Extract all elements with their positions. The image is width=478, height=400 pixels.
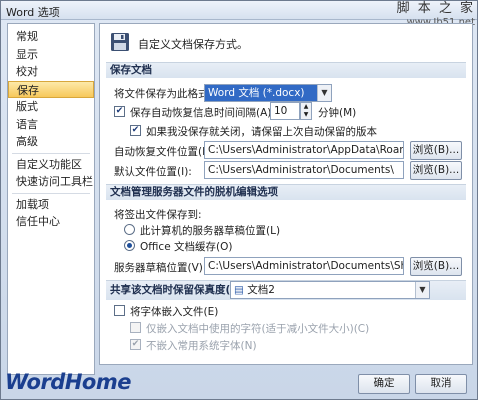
sidebar-item-customize-ribbon[interactable]: 自定义功能区 — [8, 156, 94, 174]
sidebar-item-layout[interactable]: 版式 — [8, 98, 94, 116]
options-sidebar: 常规 显示 校对 保存 版式 语言 高级 自定义功能区 快速访问工具栏 加载项 … — [7, 23, 95, 375]
sidebar-item-proofing[interactable]: 校对 — [8, 63, 94, 81]
autorecover-location-label: 自动恢复文件位置(R): — [114, 146, 218, 158]
window-title: Word 选项 — [6, 6, 60, 19]
keep-last-version-label: 如果我没保存就关闭，请保留上次自动保留的版本 — [146, 126, 377, 138]
sidebar-item-addins[interactable]: 加载项 — [8, 196, 94, 214]
autorecover-label: 保存自动恢复信息时间间隔(A) — [130, 107, 272, 119]
options-content: 自定义文档保存方式。 保存文档 将文件保存为此格式(F): Word 文档 (*… — [99, 23, 473, 365]
fidelity-document-select[interactable]: ▤ 文档2 ▼ — [230, 281, 430, 299]
chevron-down-icon[interactable]: ▼ — [317, 85, 331, 101]
drafts-location-input[interactable]: C:\Users\Administrator\Documents\SharePo… — [204, 257, 404, 275]
sidebar-item-trust-center[interactable]: 信任中心 — [8, 213, 94, 231]
sidebar-item-advanced[interactable]: 高级 — [8, 133, 94, 151]
embed-used-chars-label: 仅嵌入文档中使用的字符(适于减小文件大小)(C) — [146, 323, 370, 335]
checkout-label: 将签出文件保存到: — [114, 209, 202, 221]
browse-drafts-button[interactable]: 浏览(B)... — [410, 257, 462, 276]
keep-last-version-checkbox[interactable]: ✔ — [130, 125, 141, 136]
autorecover-location-input[interactable]: C:\Users\Administrator\AppData\Roaming\M… — [204, 141, 404, 159]
minutes-spinner[interactable]: ▲ ▼ — [300, 102, 312, 120]
fidelity-label: 共享该文档时保留保真度(D): — [110, 284, 249, 296]
page-header: 自定义文档保存方式。 — [110, 32, 460, 56]
radio-server-drafts-label: 此计算机的服务器草稿位置(L) — [140, 225, 281, 237]
watermark-cn: 脚 本 之 家 — [396, 1, 475, 16]
sidebar-divider — [12, 152, 90, 154]
embed-used-chars-checkbox[interactable] — [130, 322, 141, 333]
drafts-location-label: 服务器草稿位置(V): — [114, 262, 207, 274]
sidebar-item-display[interactable]: 显示 — [8, 46, 94, 64]
radio-server-drafts[interactable] — [124, 224, 135, 235]
ok-button[interactable]: 确定 — [358, 374, 410, 394]
sidebar-item-save[interactable]: 保存 — [8, 80, 94, 98]
autorecover-minutes-input[interactable]: 10 — [270, 102, 300, 120]
document-icon: ▤ — [234, 284, 248, 296]
wordhome-logo: WordHome — [5, 370, 131, 394]
autorecover-checkbox[interactable]: ✔ — [114, 106, 125, 117]
word-options-dialog: Word 选项 脚 本 之 家 www.Jb51.net 常规 显示 校对 保存… — [0, 0, 478, 400]
no-common-fonts-checkbox[interactable]: ✔ — [130, 339, 141, 350]
chevron-down-icon[interactable]: ▼ — [415, 282, 429, 298]
embed-fonts-label: 将字体嵌入文件(E) — [130, 306, 219, 318]
sidebar-item-quick-access[interactable]: 快速访问工具栏 — [8, 173, 94, 191]
section-save-documents: 保存文档 — [106, 62, 466, 78]
sidebar-item-general[interactable]: 常规 — [8, 28, 94, 46]
sidebar-divider — [12, 192, 90, 194]
no-common-fonts-label: 不嵌入常用系统字体(N) — [146, 340, 257, 352]
fidelity-document-value: 文档2 — [247, 284, 275, 296]
radio-office-cache-label: Office 文档缓存(O) — [140, 241, 233, 253]
section-offline-editing: 文档管理服务器文件的脱机编辑选项 — [106, 184, 466, 200]
radio-office-cache[interactable] — [124, 240, 135, 251]
save-format-select[interactable]: Word 文档 (*.docx) ▼ — [204, 84, 332, 102]
default-location-input[interactable]: C:\Users\Administrator\Documents\ — [204, 161, 404, 179]
floppy-disk-icon — [111, 33, 129, 51]
save-format-value: Word 文档 (*.docx) — [208, 87, 305, 99]
browse-autorecover-button[interactable]: 浏览(B)... — [410, 141, 462, 160]
minutes-label: 分钟(M) — [318, 107, 357, 119]
browse-default-button[interactable]: 浏览(B)... — [410, 161, 462, 180]
cancel-button[interactable]: 取消 — [415, 374, 467, 394]
default-location-label: 默认文件位置(I): — [114, 166, 192, 178]
embed-fonts-checkbox[interactable] — [114, 305, 125, 316]
page-title: 自定义文档保存方式。 — [138, 38, 248, 51]
sidebar-item-language[interactable]: 语言 — [8, 116, 94, 134]
